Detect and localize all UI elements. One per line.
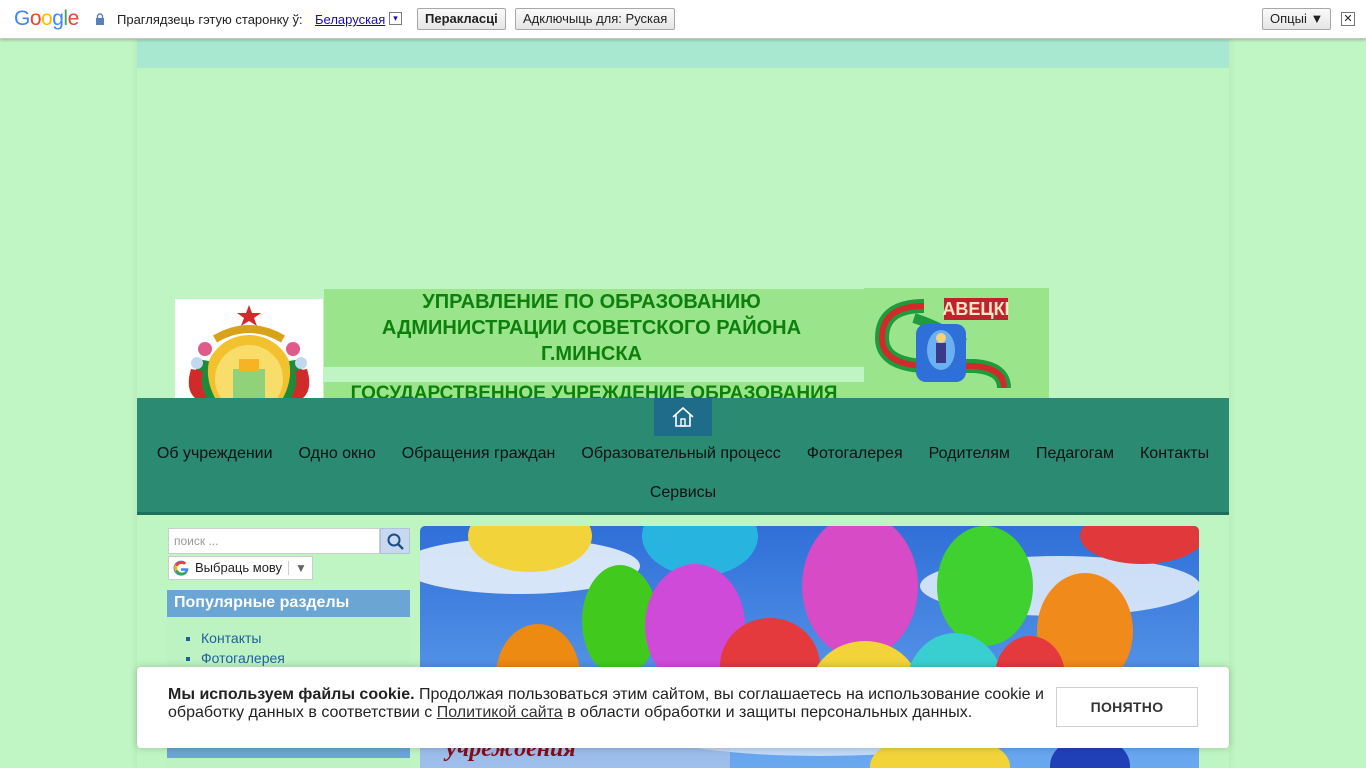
nav-item[interactable]: Одно окно [286, 444, 389, 464]
popular-sections-heading: Популярные разделы [167, 590, 410, 617]
translate-button[interactable]: Перакласці [417, 8, 506, 30]
language-link[interactable]: Беларуская [315, 12, 385, 27]
language-select-label: Выбраць мову [195, 560, 283, 575]
page-subtitle: ГОСУДАРСТВЕННОЕ УЧРЕЖДЕНИЕ ОБРАЗОВАНИЯ [350, 383, 838, 398]
select-divider [288, 561, 289, 575]
translate-prompt: Праглядзець гэтую старонку ў: [117, 12, 303, 27]
nav-item[interactable]: Об учреждении [144, 444, 286, 464]
sidebar-section-body [167, 758, 410, 768]
cookie-message-bold: Мы используем файлы cookie. [168, 686, 415, 703]
search-icon [387, 533, 404, 550]
state-emblem [175, 299, 323, 398]
school-logo: АВЕЦКІ [864, 288, 1049, 398]
chevron-down-icon: ▼ [295, 561, 307, 575]
home-icon [672, 406, 694, 427]
popular-link[interactable]: Фотогалерея [201, 648, 410, 668]
emblem-icon [188, 305, 310, 398]
nav-item[interactable]: Сервисы [637, 483, 729, 503]
privacy-policy-link[interactable]: Политикой сайта [437, 704, 563, 721]
nav-item[interactable]: Фотогалерея [794, 444, 916, 464]
nav-item[interactable]: Обращения граждан [389, 444, 569, 464]
nav-row: Об учреждении Одно окно Обращения граждан О… [137, 444, 1229, 464]
nav-item[interactable]: Контакты [1127, 444, 1222, 464]
nav-row: Сервисы [137, 483, 1229, 503]
lock-icon [96, 13, 104, 25]
main-nav: Об учреждении Одно окно Обращения граждан О… [137, 398, 1229, 515]
language-dropdown-icon[interactable]: ▾ [389, 12, 402, 25]
title-line: УПРАВЛЕНИЕ ПО ОБРАЗОВАНИЮ [422, 291, 761, 313]
cookie-message: Мы используем файлы cookie. Продолжая по… [168, 686, 1048, 722]
sidebar-section-header [167, 748, 410, 758]
page-container: УПРАВЛЕНИЕ ПО ОБРАЗОВАНИЮ АДМИНИСТРАЦИИ … [137, 40, 1229, 768]
popular-link[interactable]: Контакты [201, 628, 410, 648]
google-g-icon [173, 560, 189, 576]
nav-item[interactable]: Педагогам [1023, 444, 1127, 464]
header-title-box: УПРАВЛЕНИЕ ПО ОБРАЗОВАНИЮ АДМИНИСТРАЦИИ … [324, 289, 864, 367]
close-icon[interactable]: ✕ [1341, 12, 1355, 26]
nav-item[interactable]: Образовательный процесс [568, 444, 793, 464]
google-logo: Google [14, 7, 79, 30]
page-title: УПРАВЛЕНИЕ ПО ОБРАЗОВАНИЮ АДМИНИСТРАЦИИ … [324, 289, 859, 367]
cookie-message-text-end: в области обработки и защиты персональны… [567, 704, 973, 721]
title-line: Г.МИНСКА [541, 343, 642, 365]
logo-text: АВЕЦКІ [942, 299, 1009, 319]
title-line: АДМИНИСТРАЦИИ СОВЕТСКОГО РАЙОНА [381, 317, 802, 339]
school-logo-icon: АВЕЦКІ [874, 298, 1011, 389]
nav-item[interactable]: Родителям [916, 444, 1023, 464]
top-strip [137, 40, 1229, 68]
translate-bar: Google Праглядзець гэтую старонку ў: Бел… [0, 0, 1366, 39]
cookie-banner: Мы используем файлы cookie. Продолжая по… [137, 667, 1229, 748]
language-select[interactable]: Выбраць мову ▼ [168, 556, 313, 580]
home-button[interactable] [654, 398, 712, 436]
search-button[interactable] [380, 528, 410, 554]
cookie-accept-button[interactable]: ПОНЯТНО [1056, 687, 1198, 727]
search-input[interactable]: поиск ... [168, 528, 380, 554]
header-subtitle-box: ГОСУДАРСТВЕННОЕ УЧРЕЖДЕНИЕ ОБРАЗОВАНИЯ [324, 382, 864, 398]
disable-translate-button[interactable]: Адключыць для: Руская [515, 8, 676, 30]
options-button[interactable]: Опцыі ▼ [1262, 8, 1332, 30]
